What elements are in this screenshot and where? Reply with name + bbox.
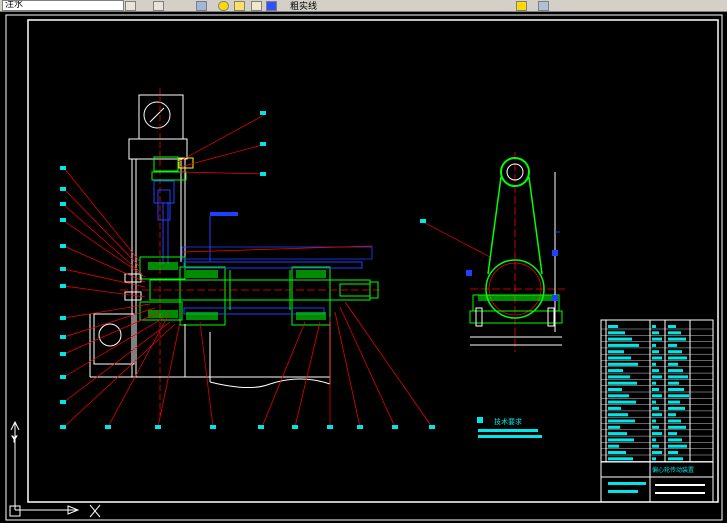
parts-list-cell bbox=[668, 413, 676, 417]
parts-list-cell bbox=[608, 337, 632, 341]
parts-list-cell bbox=[668, 419, 681, 423]
parts-list-cell bbox=[652, 375, 662, 379]
properties-toolbar: 注水 粗实线 bbox=[0, 0, 727, 12]
parts-list-cell bbox=[652, 451, 662, 454]
layer-state-text: 粗实线 bbox=[290, 2, 318, 12]
parts-list-cell bbox=[652, 406, 659, 410]
parts-list-cell bbox=[668, 337, 686, 341]
parts-list-cell bbox=[652, 356, 662, 360]
parts-list-cell bbox=[608, 451, 626, 454]
leader-lines bbox=[63, 113, 491, 428]
light-bulb-icon[interactable] bbox=[218, 1, 229, 11]
parts-list-cell bbox=[668, 331, 681, 335]
parts-list-cell bbox=[652, 350, 659, 354]
parts-list-cell bbox=[608, 388, 622, 391]
parts-list-cell bbox=[668, 381, 679, 385]
parts-list-cell bbox=[668, 432, 677, 436]
parts-list-cell bbox=[652, 419, 656, 423]
parts-list-cell bbox=[668, 457, 683, 461]
parts-list-cell bbox=[608, 394, 629, 398]
tech-requirements-label: 技术要求 bbox=[494, 417, 522, 426]
layer-props-icon[interactable] bbox=[153, 1, 164, 11]
lock-icon[interactable] bbox=[251, 1, 262, 11]
parts-list-cell bbox=[652, 343, 656, 347]
parts-list-cell bbox=[668, 356, 687, 360]
drawing-canvas[interactable]: Y 技术要求 偏心轮传动装置 bbox=[0, 12, 727, 523]
parts-list-cell bbox=[608, 457, 633, 461]
parts-list-cell bbox=[652, 388, 659, 391]
parts-list-rows bbox=[601, 325, 713, 462]
parts-list-cell bbox=[652, 337, 662, 341]
parts-list-cell bbox=[652, 438, 656, 442]
cad-drawing: Y 技术要求 偏心轮传动装置 bbox=[5, 14, 723, 521]
parts-list-cell bbox=[652, 400, 656, 404]
parts-list-cell bbox=[668, 400, 680, 404]
color-swatch-icon[interactable] bbox=[266, 1, 277, 11]
svg-text:Y: Y bbox=[11, 435, 17, 444]
parts-list-cell bbox=[652, 413, 662, 417]
layer-combo-dropdown-icon[interactable] bbox=[125, 1, 136, 11]
parts-list-cell bbox=[668, 350, 682, 354]
parts-list-cell bbox=[608, 343, 639, 347]
parts-list-cell bbox=[668, 362, 678, 366]
parts-list-cell bbox=[652, 425, 659, 429]
title-block-name: 偏心轮传动装置 bbox=[652, 466, 694, 474]
parts-list-cell bbox=[608, 325, 618, 328]
parts-list-cell bbox=[652, 331, 659, 335]
parts-list-cell bbox=[668, 369, 683, 373]
parts-list-cell bbox=[652, 325, 656, 328]
parts-list-cell bbox=[652, 381, 656, 385]
parts-list-cell bbox=[608, 413, 628, 417]
parts-list-cell bbox=[668, 394, 689, 398]
parts-list-cell bbox=[608, 406, 621, 410]
ucs-icon[interactable] bbox=[538, 1, 549, 11]
parts-list-cell bbox=[608, 362, 638, 366]
view-icon[interactable] bbox=[196, 1, 207, 11]
parts-list-cell bbox=[608, 438, 634, 442]
parts-list-cell bbox=[608, 381, 637, 385]
parts-list-cell bbox=[652, 444, 659, 448]
parts-list-cell bbox=[608, 375, 630, 379]
tech-requirements-note: 技术要求 bbox=[477, 417, 542, 438]
parts-list-cell bbox=[668, 325, 676, 328]
parts-list-cell bbox=[668, 406, 685, 410]
sun-icon[interactable] bbox=[234, 1, 245, 11]
parts-list-cell bbox=[668, 444, 687, 448]
parts-list-cell bbox=[668, 425, 686, 429]
part-number-balloons bbox=[60, 111, 435, 429]
parts-list-cell bbox=[608, 356, 631, 360]
parts-list-cell bbox=[608, 432, 627, 436]
parts-list-cell bbox=[608, 350, 624, 354]
layer-combo[interactable]: 注水 bbox=[2, 0, 124, 11]
front-view bbox=[89, 88, 380, 417]
parts-list-cell bbox=[652, 394, 662, 398]
match-props-icon[interactable] bbox=[516, 1, 527, 11]
parts-list-cell bbox=[652, 369, 659, 373]
parts-list-cell bbox=[668, 343, 677, 347]
parts-list-cell bbox=[668, 388, 684, 391]
parts-list-cell bbox=[608, 369, 623, 373]
parts-list-cell bbox=[608, 331, 625, 335]
parts-list-cell bbox=[608, 419, 635, 423]
parts-list-cell bbox=[652, 362, 656, 366]
parts-list-cell bbox=[608, 425, 620, 429]
parts-list-cell bbox=[668, 451, 678, 454]
parts-list-cell bbox=[608, 444, 619, 448]
parts-list-cell bbox=[652, 457, 656, 461]
outer-border bbox=[5, 14, 723, 521]
parts-list-cell bbox=[668, 375, 688, 379]
layer-combo-value: 注水 bbox=[5, 0, 24, 10]
parts-list-cell bbox=[608, 400, 636, 404]
parts-list-cell bbox=[652, 432, 662, 436]
parts-list-cell bbox=[668, 438, 682, 442]
